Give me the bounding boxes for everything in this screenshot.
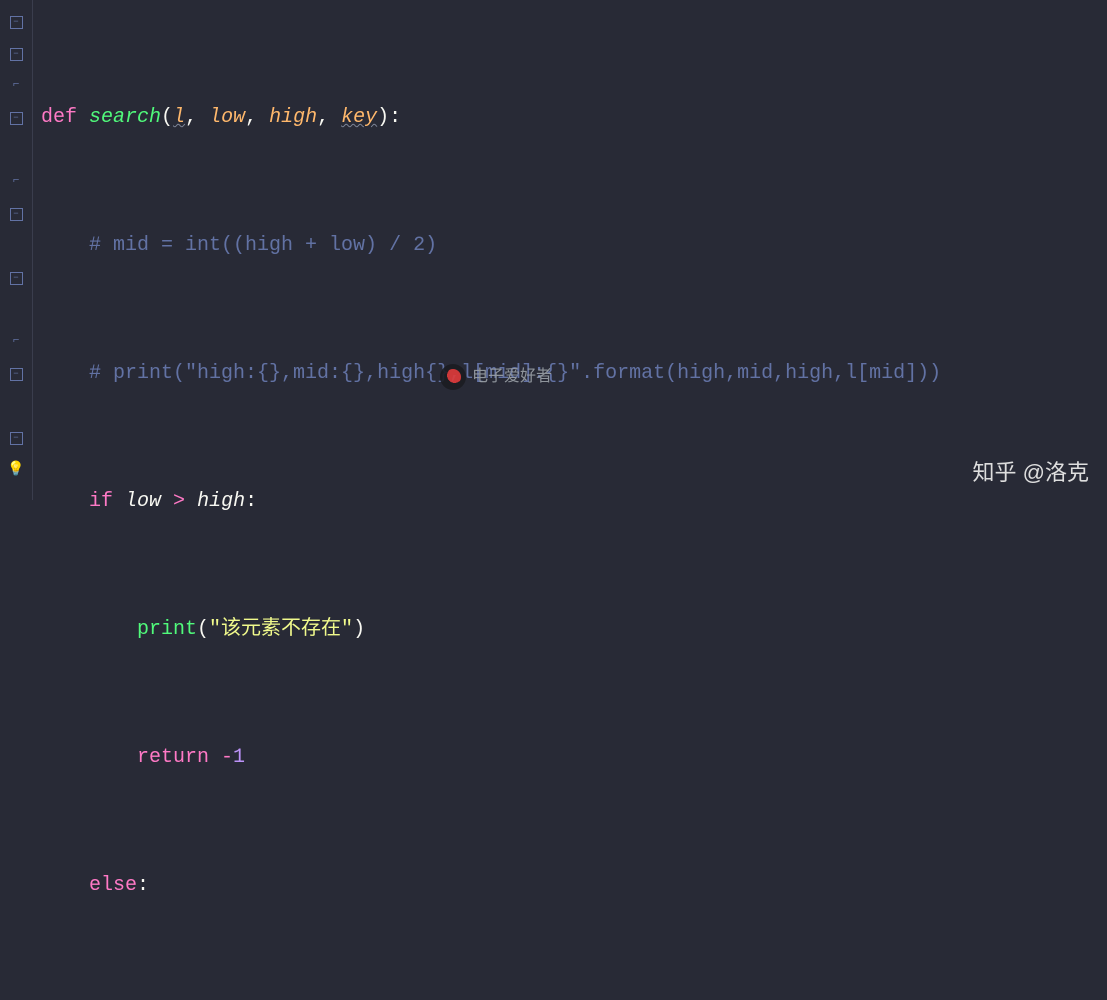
code-editor[interactable]: − − ⌐ − ⌐ − − ⌐ − − 💡 def search(l, low,…	[0, 0, 1107, 500]
function-name: search	[89, 106, 161, 129]
gutter-row[interactable]: ⌐	[0, 166, 32, 198]
gutter-row[interactable]: −	[0, 6, 32, 38]
fold-end-icon[interactable]: ⌐	[11, 337, 22, 348]
gutter-row[interactable]: −	[0, 262, 32, 294]
punct: (	[161, 106, 173, 129]
param: high	[269, 106, 317, 129]
param: low	[209, 106, 245, 129]
keyword: def	[41, 106, 89, 129]
code-line[interactable]: def search(l, low, high, key):	[41, 102, 941, 134]
code-area[interactable]: def search(l, low, high, key): # mid = i…	[33, 0, 941, 500]
code-line[interactable]: mid = int((high + low) / 2)	[41, 998, 941, 1000]
fold-icon[interactable]: −	[10, 48, 23, 61]
gutter-row[interactable]: −	[0, 422, 32, 454]
gutter-row[interactable]: −	[0, 358, 32, 390]
gutter-row	[0, 134, 32, 166]
gutter-row	[0, 230, 32, 262]
fold-end-icon[interactable]: ⌐	[11, 81, 22, 92]
fold-icon[interactable]: −	[10, 272, 23, 285]
gutter: − − ⌐ − ⌐ − − ⌐ − − 💡	[0, 0, 33, 500]
lightbulb-icon[interactable]: 💡	[7, 459, 24, 481]
gutter-row[interactable]: 💡	[0, 454, 32, 486]
fold-icon[interactable]: −	[10, 112, 23, 125]
code-line[interactable]: return -1	[41, 742, 941, 774]
param: key	[341, 106, 377, 129]
gutter-row[interactable]: −	[0, 102, 32, 134]
comment: # print("high:{},mid:{},high{},l[mid]:{}…	[89, 362, 941, 385]
code-line[interactable]: # mid = int((high + low) / 2)	[41, 230, 941, 262]
code-line[interactable]: else:	[41, 870, 941, 902]
param: l	[173, 106, 185, 129]
code-line[interactable]: # print("high:{},mid:{},high{},l[mid]:{}…	[41, 358, 941, 390]
comment: # mid = int((high + low) / 2)	[89, 234, 437, 257]
fold-icon[interactable]: −	[10, 432, 23, 445]
gutter-row	[0, 390, 32, 422]
gutter-row[interactable]: −	[0, 198, 32, 230]
fold-icon[interactable]: −	[10, 368, 23, 381]
code-line[interactable]: print("该元素不存在")	[41, 614, 941, 646]
gutter-row	[0, 294, 32, 326]
fold-icon[interactable]: −	[10, 16, 23, 29]
fold-icon[interactable]: −	[10, 208, 23, 221]
gutter-row[interactable]: ⌐	[0, 70, 32, 102]
gutter-row[interactable]: −	[0, 38, 32, 70]
code-line[interactable]: if low > high:	[41, 486, 941, 518]
fold-end-icon[interactable]: ⌐	[11, 177, 22, 188]
gutter-row[interactable]: ⌐	[0, 326, 32, 358]
